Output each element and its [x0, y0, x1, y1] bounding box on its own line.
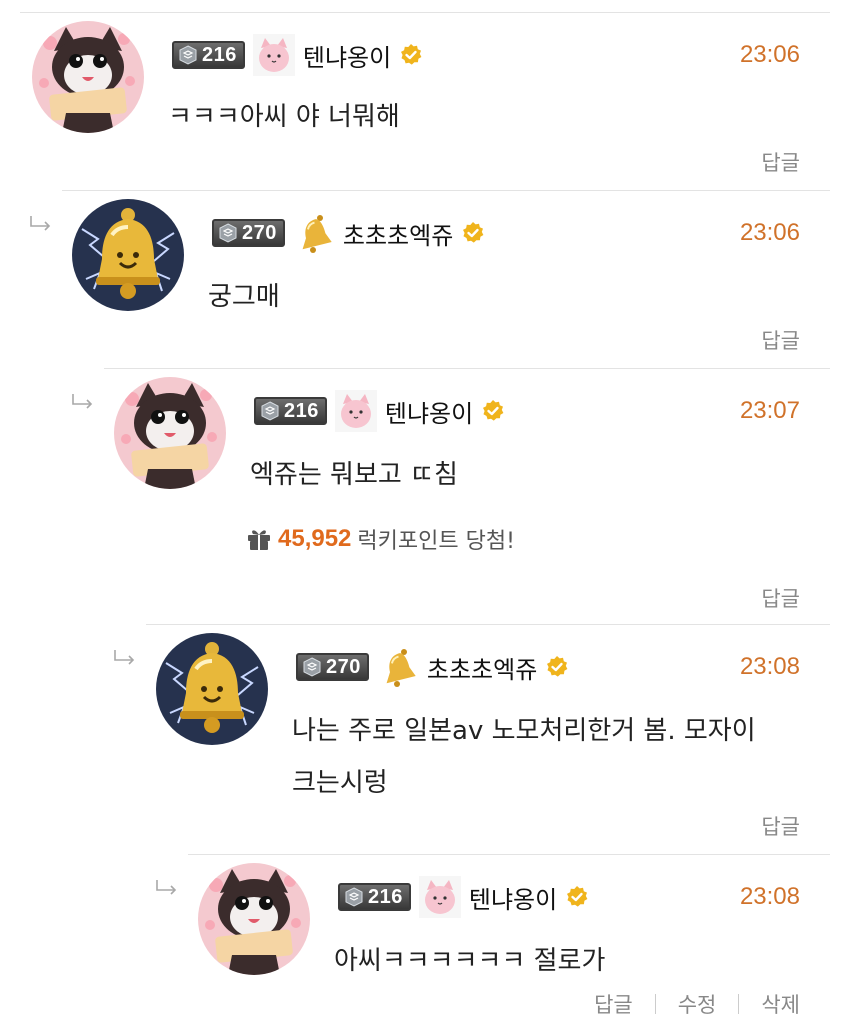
cat-avatar-icon — [114, 377, 226, 489]
avatar[interactable] — [72, 199, 184, 311]
reply-arrow-icon — [112, 649, 138, 665]
nickname[interactable]: 텐냐옹이 — [469, 880, 557, 915]
comment-time: 23:06 — [739, 41, 800, 68]
level-number: 216 — [368, 885, 403, 908]
verified-icon — [461, 221, 485, 245]
avatar[interactable] — [32, 21, 144, 133]
nickname[interactable]: 텐냐옹이 — [303, 38, 391, 73]
level-icon — [260, 401, 280, 421]
level-number: 270 — [242, 221, 277, 244]
reply-button[interactable]: 답글 — [761, 325, 800, 355]
avatar[interactable] — [114, 377, 226, 489]
reply-arrow-icon — [28, 215, 54, 231]
gold-bell-icon — [377, 646, 419, 688]
bell-avatar-icon — [156, 633, 268, 745]
cat-avatar-icon — [32, 21, 144, 133]
level-badge: 216 — [254, 397, 327, 425]
reply-button[interactable]: 답글 — [761, 147, 800, 177]
comment-item: 216 텐냐옹이 23:07 엑쥬는 뭐보고 ㄸ침 45,952 럭키포인트 당… — [104, 368, 830, 624]
edit-button[interactable]: 수정 — [678, 989, 717, 1019]
avatar[interactable] — [198, 863, 310, 975]
bell-avatar-icon — [72, 199, 184, 311]
comment-time: 23:07 — [739, 397, 800, 424]
comment-item: 270 초초초엑쥬 23:06 궁그매 답글 — [62, 190, 830, 368]
verified-icon — [565, 885, 589, 909]
gold-bell-icon — [293, 212, 335, 254]
reply-arrow-icon — [70, 393, 96, 409]
comment-time: 23:06 — [739, 219, 800, 246]
reply-button[interactable]: 답글 — [594, 989, 633, 1019]
action-divider — [738, 994, 740, 1014]
nickname[interactable]: 초초초엑쥬 — [343, 216, 453, 251]
pink-cat-icon — [419, 876, 461, 918]
comment-text: 나는 주로 일본av 노모처리한거 봄. 모자이 크는시렁 — [292, 705, 756, 809]
nickname[interactable]: 초초초엑쥬 — [427, 650, 537, 685]
action-divider — [654, 994, 656, 1014]
comment-time: 23:08 — [739, 883, 800, 910]
verified-icon — [399, 43, 423, 67]
pink-cat-icon — [335, 390, 377, 432]
comment-item: 216 텐냐옹이 23:08 아씨ㅋㅋㅋㅋㅋㅋ 절로가 답글 수정 삭제 — [188, 854, 830, 1030]
level-badge: 270 — [212, 219, 285, 247]
gift-icon — [246, 526, 272, 552]
comment-time: 23:08 — [739, 653, 800, 680]
comment-text: ㅋㅋㅋ아씨 야 너뭐해 — [168, 102, 400, 132]
comment-text: 궁그매 — [208, 282, 280, 312]
comment-thread: 216 텐냐옹이 23:06 ㅋㅋㅋ아씨 야 너뭐해 답글 270 초초초엑쥬 … — [0, 0, 850, 1030]
level-badge: 270 — [296, 653, 369, 681]
nickname[interactable]: 텐냐옹이 — [385, 394, 473, 429]
lucky-point-text: 럭키포인트 당첨! — [357, 529, 515, 554]
pink-cat-icon — [253, 34, 295, 76]
comment-text-line: 나는 주로 일본av 노모처리한거 봄. 모자이 — [292, 716, 756, 746]
avatar[interactable] — [156, 633, 268, 745]
level-icon — [178, 45, 198, 65]
comment-text: 엑쥬는 뭐보고 ㄸ침 — [250, 460, 458, 490]
comment-text: 아씨ㅋㅋㅋㅋㅋㅋ 절로가 — [334, 946, 606, 976]
delete-button[interactable]: 삭제 — [761, 989, 800, 1019]
level-icon — [344, 887, 364, 907]
comment-item: 270 초초초엑쥬 23:08 나는 주로 일본av 노모처리한거 봄. 모자이… — [146, 624, 830, 854]
level-number: 216 — [202, 43, 237, 66]
lucky-point-notice: 45,952 럭키포인트 당첨! — [246, 523, 515, 555]
level-number: 270 — [326, 655, 361, 678]
level-badge: 216 — [172, 41, 245, 69]
level-badge: 216 — [338, 883, 411, 911]
reply-arrow-icon — [154, 879, 180, 895]
reply-button[interactable]: 답글 — [761, 811, 800, 841]
level-icon — [218, 223, 238, 243]
level-icon — [302, 657, 322, 677]
verified-icon — [545, 655, 569, 679]
comment-text-line: 크는시렁 — [292, 768, 388, 798]
lucky-point-amount: 45,952 — [278, 525, 352, 552]
verified-icon — [481, 399, 505, 423]
cat-avatar-icon — [198, 863, 310, 975]
reply-button[interactable]: 답글 — [761, 583, 800, 613]
level-number: 216 — [284, 399, 319, 422]
comment-item: 216 텐냐옹이 23:06 ㅋㅋㅋ아씨 야 너뭐해 답글 — [20, 12, 830, 190]
